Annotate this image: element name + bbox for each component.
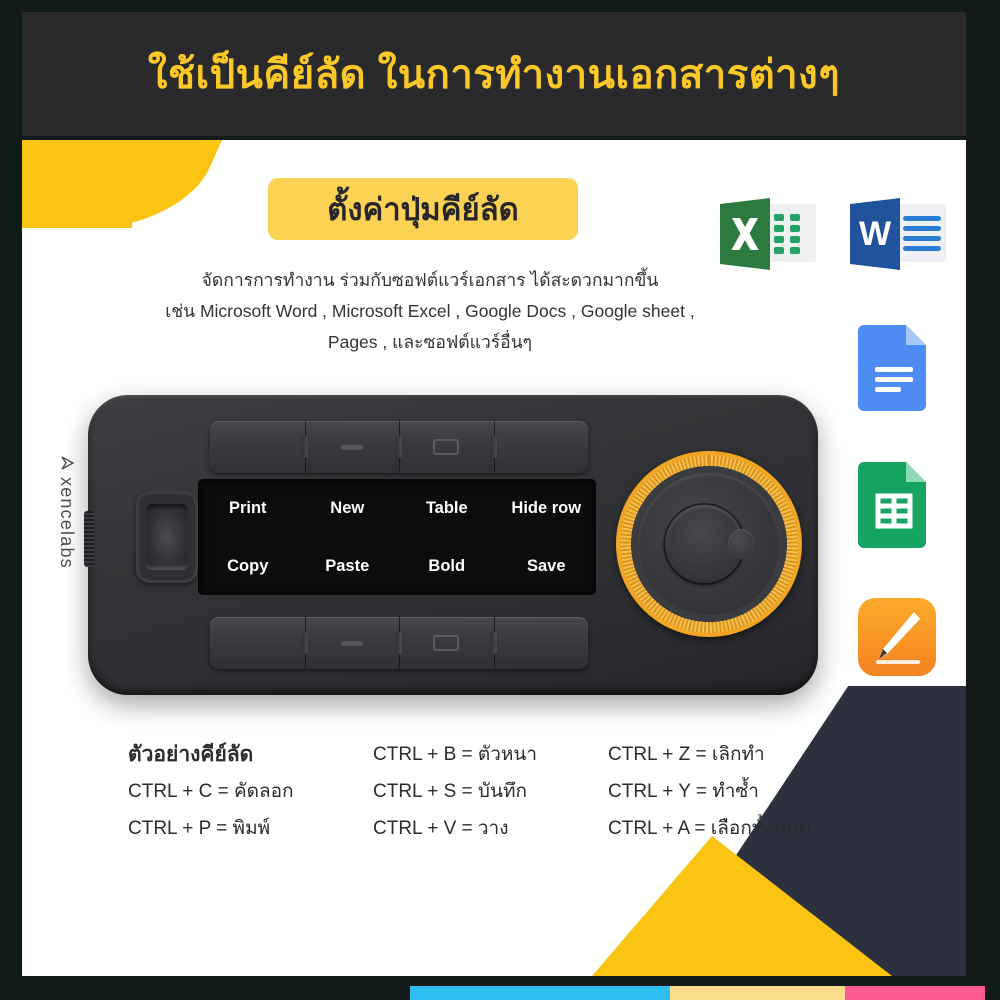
strip-segment-light-yellow [670, 986, 845, 1000]
strip-segment-dark-left [0, 986, 410, 1000]
bottom-color-strip [0, 986, 1000, 1000]
strip-segment-cyan [410, 986, 670, 1000]
shortcut-ctrl-s: CTRL + S = บันทึก [373, 781, 527, 802]
poster-frame: ใช้เป็นคีย์ลัด ในการทำงานเอกสารต่างๆ ตั้… [0, 0, 1000, 1000]
rect-icon [433, 635, 460, 651]
device-key-3[interactable] [396, 421, 494, 473]
screen-slot-paste[interactable]: Paste [298, 557, 398, 576]
description-line-3: Pages , และซอฟต์แวร์อื่นๆ [327, 332, 533, 352]
dash-icon [340, 445, 363, 449]
shortcut-ctrl-z: CTRL + Z = เลิกทำ [608, 744, 765, 765]
xencelabs-mark-icon [61, 456, 75, 470]
device-dial-face[interactable] [638, 473, 780, 615]
shortcut-ctrl-a: CTRL + A = เลือกทั้งหมด [608, 818, 812, 839]
device-scroll-wheel-surface[interactable] [146, 504, 188, 570]
apple-pages-icon [858, 598, 936, 676]
device-key-1[interactable] [210, 421, 305, 473]
device-button-row-bottom[interactable] [210, 617, 588, 669]
header-banner: ใช้เป็นคีย์ลัด ในการทำงานเอกสารต่างๆ [22, 12, 966, 136]
device-key-5[interactable] [210, 617, 305, 669]
section-badge-label: ตั้งค่าปุ่มคีย์ลัด [327, 192, 519, 227]
device-brand-label: xencelabs [54, 455, 80, 625]
screen-slot-new[interactable]: New [298, 499, 398, 518]
description-line-1: จัดการการทำงาน ร่วมกับซอฟต์แวร์เอกสาร ได… [201, 270, 659, 290]
screen-slot-print[interactable]: Print [198, 499, 298, 518]
google-sheets-icon [858, 462, 930, 548]
screen-slot-table[interactable]: Table [397, 499, 497, 518]
google-docs-icon [858, 325, 930, 411]
svg-text:W: W [859, 215, 892, 253]
device-key-4[interactable] [490, 421, 589, 473]
xencelabs-quick-keys-device: xencelabs Print New Table Hide row Copy … [58, 395, 818, 695]
device-dial[interactable] [616, 451, 802, 637]
device-scroll-wheel[interactable] [136, 491, 198, 583]
shortcut-ctrl-c: CTRL + C = คัดลอก [128, 781, 294, 802]
shortcut-ctrl-y: CTRL + Y = ทำซ้ำ [608, 781, 759, 802]
screen-slot-copy[interactable]: Copy [198, 557, 298, 576]
screen-slot-save[interactable]: Save [497, 557, 597, 576]
description-block: จัดการการทำงาน ร่วมกับซอฟต์แวร์เอกสาร ได… [110, 265, 750, 358]
device-key-6[interactable] [301, 617, 400, 669]
dash-icon [340, 641, 363, 645]
section-badge: ตั้งค่าปุ่มคีย์ลัด [268, 178, 578, 240]
shortcuts-heading: ตัวอย่างคีย์ลัด [128, 743, 254, 766]
strip-segment-pink [845, 986, 985, 1000]
device-key-2[interactable] [301, 421, 400, 473]
device-key-8[interactable] [490, 617, 589, 669]
microsoft-excel-icon [718, 198, 818, 270]
device-oled-screen: Print New Table Hide row Copy Paste Bold… [198, 479, 596, 595]
shortcut-ctrl-b: CTRL + B = ตัวหนา [373, 744, 538, 765]
device-dial-thumb-dot[interactable] [728, 529, 754, 559]
strip-segment-dark-right [985, 986, 1000, 1000]
device-brand-text: xencelabs [57, 477, 78, 569]
device-key-7[interactable] [396, 617, 494, 669]
shortcut-examples: ตัวอย่างคีย์ลัด CTRL + B = ตัวหนา CTRL +… [128, 736, 888, 847]
decor-yellow-blob [22, 140, 222, 228]
microsoft-word-icon: W [848, 198, 948, 270]
screen-slot-bold[interactable]: Bold [397, 557, 497, 576]
page-title: ใช้เป็นคีย์ลัด ในการทำงานเอกสารต่างๆ [147, 53, 841, 97]
description-line-2: เช่น Microsoft Word , Microsoft Excel , … [165, 301, 695, 321]
shortcut-ctrl-v: CTRL + V = วาง [373, 818, 509, 839]
device-grill [84, 511, 94, 567]
screen-slot-hide-row[interactable]: Hide row [497, 499, 597, 518]
shortcut-ctrl-p: CTRL + P = พิมพ์ [128, 818, 271, 839]
rect-icon [433, 439, 460, 455]
device-button-row-top[interactable] [210, 421, 588, 473]
